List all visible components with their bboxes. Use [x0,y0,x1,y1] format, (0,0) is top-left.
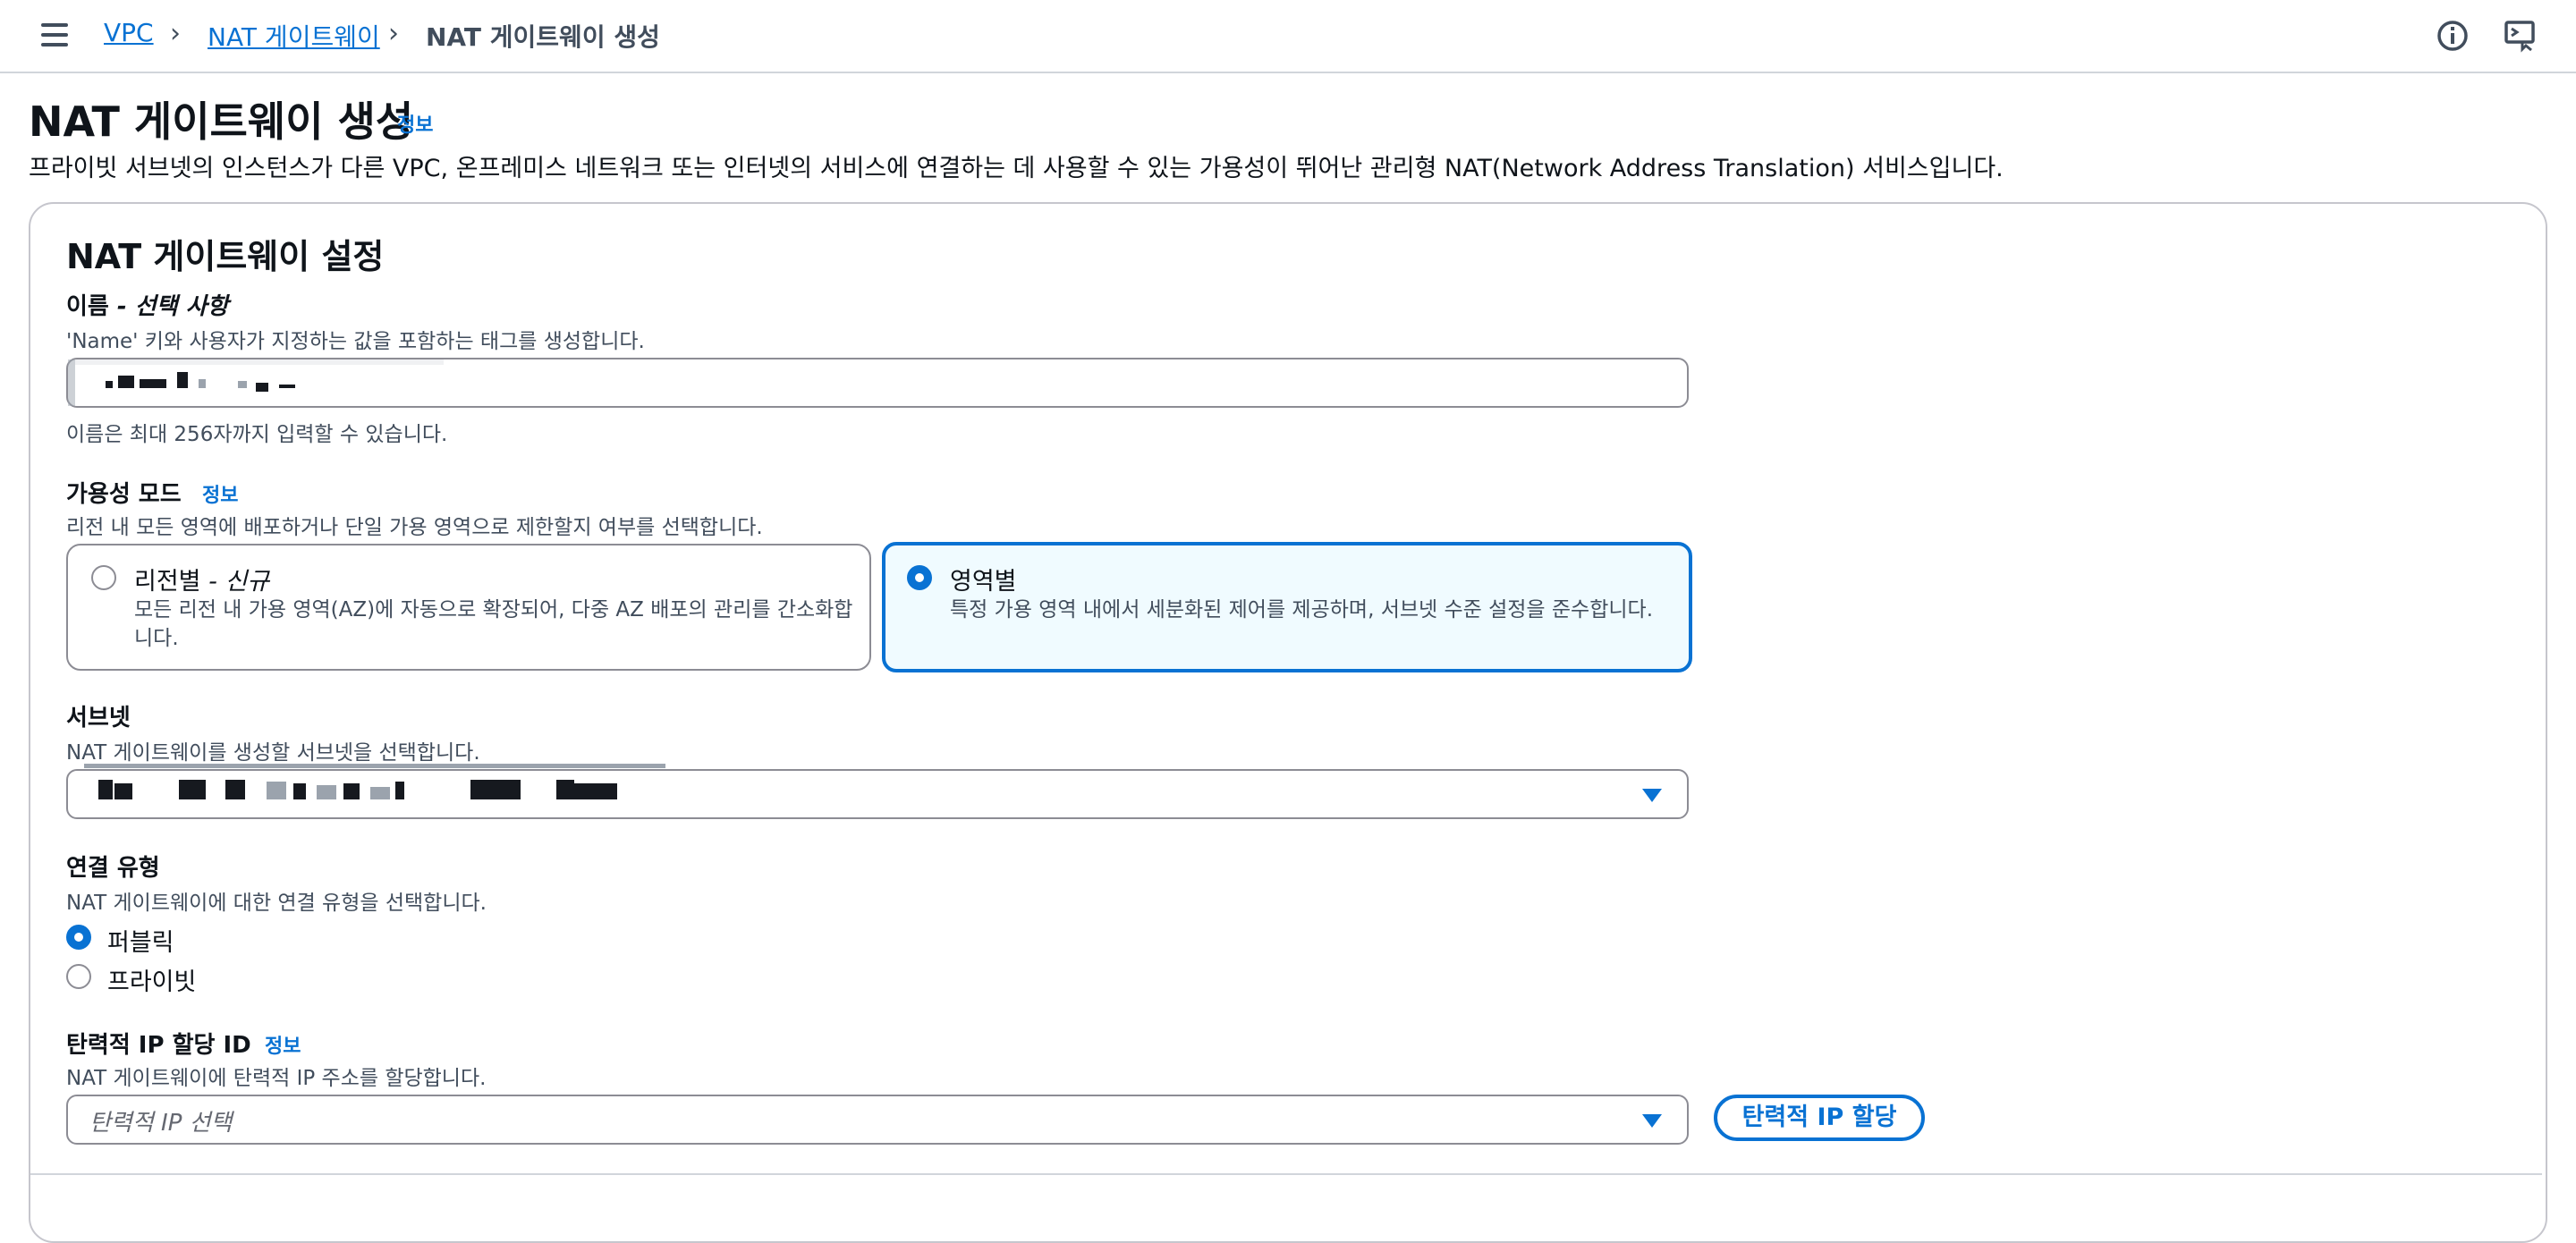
top-navigation-bar [0,0,2576,73]
private-radio[interactable] [66,964,91,989]
connectivity-option-private[interactable]: 프라이빗 [66,962,335,996]
regional-option-description: 모든 리전 내 가용 영역(AZ)에 자동으로 확장되어, 다중 AZ 배포의 … [134,596,852,653]
name-length-hint: 이름은 최대 256자까지 입력할 수 있습니다. [66,423,448,446]
regional-option-title: 리전별 - 신규 [134,562,269,596]
page-title: NAT 게이트웨이 생성 [29,97,414,146]
name-field-label: 이름 - 선택 사항 [66,288,228,321]
breadcrumb-vpc-link[interactable]: VPC [104,18,154,47]
zonal-radio[interactable] [907,565,932,590]
page-info-link[interactable]: 정보 [397,109,433,138]
availability-mode-description: 리전 내 모든 영역에 배포하거나 단일 가용 영역으로 제한할지 여부를 선택… [66,516,763,539]
chevron-right-icon: › [170,18,181,49]
chevron-right-icon: › [388,18,399,49]
regional-radio[interactable] [91,565,116,590]
public-radio[interactable] [66,925,91,950]
breadcrumb-nat-gateway-link[interactable]: NAT 게이트웨이 [208,18,380,54]
name-input[interactable] [66,358,1689,408]
connectivity-type-label: 연결 유형 [66,855,160,882]
elastic-ip-label: 탄력적 IP 할당 ID [66,1032,251,1059]
subnet-select[interactable] [66,764,1689,819]
connectivity-option-public[interactable]: 퍼블릭 [66,923,335,957]
public-option-label: 퍼블릭 [107,929,174,957]
menu-hamburger-icon[interactable] [41,23,68,48]
subnet-label: 서브넷 [66,705,131,731]
elastic-ip-placeholder: 탄력적 IP 선택 [89,1110,233,1137]
connectivity-type-description: NAT 게이트웨이에 대한 연결 유형을 선택합니다. [66,892,487,915]
availability-option-regional[interactable]: 리전별 - 신규 모든 리전 내 가용 영역(AZ)에 자동으로 확장되어, 다… [66,544,871,671]
private-option-label: 프라이빗 [107,968,197,996]
info-circle-icon[interactable] [2435,18,2470,54]
availability-option-zonal[interactable]: 영역별 특정 가용 영역 내에서 세분화된 제어를 제공하며, 서브넷 수준 설… [882,542,1692,672]
page-description: 프라이빗 서브넷의 인스턴스가 다른 VPC, 온프레미스 네트워크 또는 인터… [29,155,2004,182]
optional-suffix: - 선택 사항 [116,293,229,320]
availability-mode-label: 가용성 모드 [66,481,182,508]
zonal-option-title: 영역별 [950,568,1017,596]
panel-title: NAT 게이트웨이 설정 [66,237,385,276]
panel-divider [30,1173,2542,1175]
elastic-ip-description: NAT 게이트웨이에 탄력적 IP 주소를 할당합니다. [66,1067,487,1090]
chevron-down-icon[interactable] [1642,789,1662,802]
elastic-ip-info-link[interactable]: 정보 [265,1030,301,1059]
availability-info-link[interactable]: 정보 [202,479,238,508]
allocate-elastic-ip-button[interactable]: 탄력적 IP 할당 [1714,1095,1925,1141]
feedback-monitor-icon[interactable] [2503,18,2538,54]
name-field-description: 'Name' 키와 사용자가 지정하는 값을 포함하는 태그를 생성합니다. [66,330,645,353]
regional-desc-line1: 모든 리전 내 가용 영역(AZ)에 자동으로 확장되어, 다중 AZ 배포의 … [134,598,853,622]
breadcrumb-current: NAT 게이트웨이 생성 [426,22,660,52]
zonal-option-description: 특정 가용 영역 내에서 세분화된 제어를 제공하며, 서브넷 수준 설정을 준… [950,598,1654,622]
new-badge-text: - 신규 [208,568,270,596]
subnet-description: NAT 게이트웨이를 생성할 서브넷을 선택합니다. [66,741,480,765]
regional-desc-line2: 니다. [134,627,179,650]
regional-title-text: 리전별 [134,568,201,596]
elastic-ip-select[interactable]: 탄력적 IP 선택 [66,1095,1689,1145]
name-label-text: 이름 [66,293,109,320]
chevron-down-icon[interactable] [1642,1114,1662,1128]
